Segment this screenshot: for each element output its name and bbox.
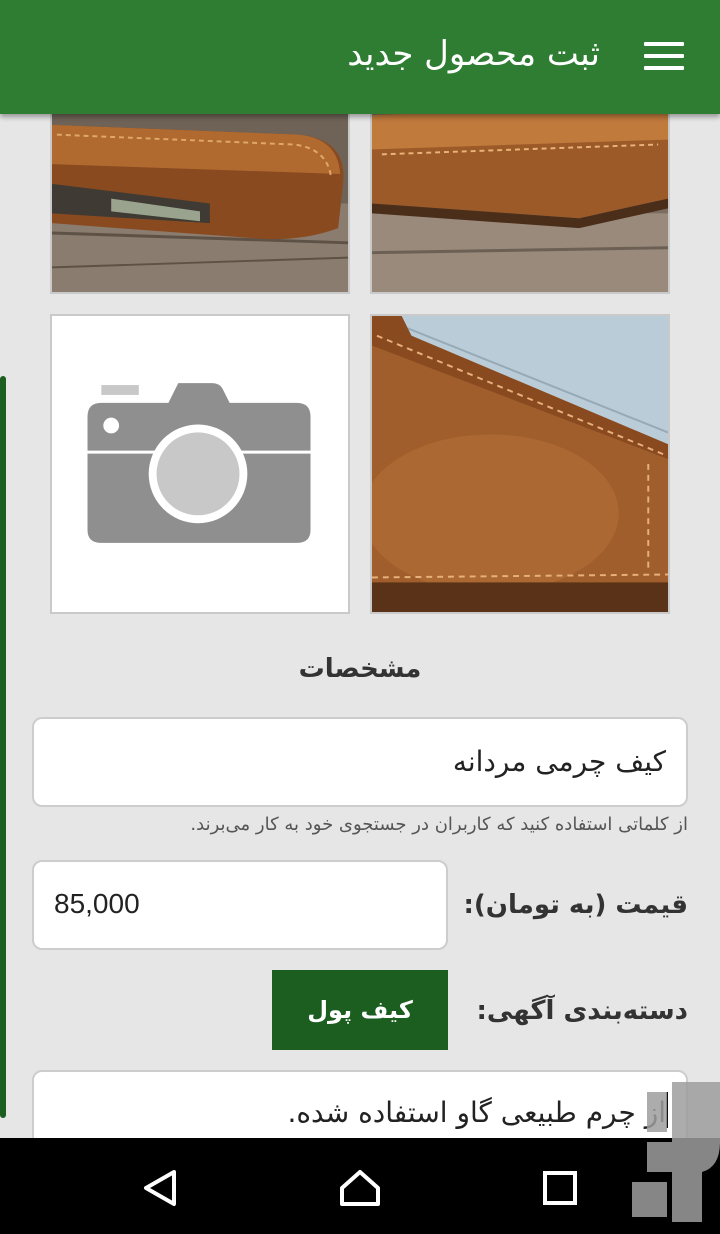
price-label: قیمت (به تومان):	[463, 890, 688, 920]
hamburger-menu-icon[interactable]	[644, 42, 684, 74]
product-name-input[interactable]: کیف چرمی مردانه	[32, 717, 688, 807]
store-logo-icon	[632, 1082, 720, 1222]
keyword-hint: از کلماتی استفاده کنید که کاربران در جست…	[190, 814, 688, 835]
page-title: ثبت محصول جدید	[347, 34, 600, 74]
product-photo-1[interactable]	[50, 114, 350, 294]
description-textarea[interactable]: از چرم طبیعی گاو استفاده شده.	[32, 1070, 688, 1138]
app-bar: ثبت محصول جدید	[0, 0, 720, 114]
back-triangle-icon[interactable]	[138, 1166, 182, 1210]
category-label: دسته‌بندی آگهی:	[476, 996, 688, 1026]
home-icon[interactable]	[338, 1166, 382, 1210]
add-photo-placeholder[interactable]	[50, 314, 350, 614]
category-button[interactable]: کیف پول	[272, 970, 448, 1050]
description-text: از چرم طبیعی گاو استفاده شده.	[287, 1096, 666, 1129]
product-photo-3[interactable]	[370, 314, 670, 614]
camera-icon	[87, 383, 311, 543]
product-photo-2[interactable]	[370, 114, 670, 294]
recents-square-icon[interactable]	[538, 1166, 582, 1210]
scroll-indicator	[0, 376, 6, 1118]
specs-section-title: مشخصات	[298, 654, 422, 684]
price-input[interactable]: 85,000	[32, 860, 448, 950]
form-scroll-area[interactable]: مشخصات کیف چرمی مردانه از کلماتی استفاده…	[0, 114, 720, 1138]
